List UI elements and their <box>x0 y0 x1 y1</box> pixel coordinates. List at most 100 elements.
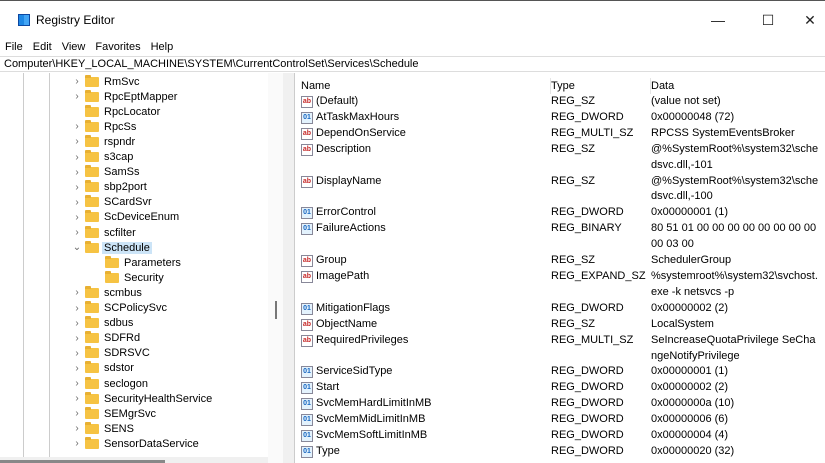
menu-favorites[interactable]: Favorites <box>90 39 145 55</box>
value-row[interactable]: 01 AtTaskMaxHours REG_DWORD 0x00000048 (72) <box>296 110 825 126</box>
tree-item[interactable]: RpcLocator <box>72 104 162 119</box>
column-header-data[interactable]: Data <box>651 78 821 94</box>
expand-chevron-icon[interactable]: › <box>72 91 82 102</box>
expand-chevron-icon[interactable]: › <box>72 167 82 178</box>
address-bar[interactable]: Computer\HKEY_LOCAL_MACHINE\SYSTEM\Curre… <box>0 56 825 72</box>
expand-chevron-icon[interactable]: › <box>72 227 82 238</box>
value-row[interactable]: 01 SvcMemHardLimitInMB REG_DWORD 0x0000000a… <box>296 396 825 412</box>
value-data: RPCSS SystemEventsBroker <box>651 126 795 139</box>
expand-chevron-icon[interactable]: › <box>72 393 82 404</box>
expand-chevron-icon[interactable]: › <box>72 333 82 344</box>
value-row[interactable]: ab ImagePath REG_EXPAND_SZ %systemroot%\sys… <box>296 269 825 301</box>
tree-item[interactable]: Parameters <box>92 255 183 270</box>
tree-item[interactable]: › scmbus <box>72 285 144 300</box>
value-name: Start <box>316 381 340 394</box>
expand-chevron-icon[interactable]: › <box>72 182 82 193</box>
expand-chevron-icon[interactable]: › <box>72 363 82 374</box>
string-value-icon: ab <box>301 96 313 108</box>
column-header-type[interactable]: Type <box>551 78 651 94</box>
tree-item[interactable]: › rspndr <box>72 134 137 149</box>
tree-item[interactable]: › SENS <box>72 421 136 436</box>
value-row[interactable]: ab Description REG_SZ @%SystemRoot%\system3… <box>296 142 825 174</box>
menu-bar: File Edit View Favorites Help <box>0 39 178 55</box>
close-button[interactable]: ✕ <box>795 9 825 31</box>
binary-value-icon: 01 <box>301 382 313 395</box>
tree-item[interactable]: › SDFRd <box>72 331 142 346</box>
tree-item[interactable]: Security <box>92 270 166 285</box>
tree-item-label: sdbus <box>104 317 134 330</box>
expand-chevron-icon[interactable]: › <box>72 212 82 223</box>
menu-help[interactable]: Help <box>146 39 179 55</box>
tree-item[interactable]: › s3cap <box>72 150 135 165</box>
tree-item[interactable]: › RmSvc <box>72 74 141 89</box>
value-row[interactable]: 01 Type REG_DWORD 0x00000020 (32) <box>296 444 825 460</box>
value-row[interactable]: 01 ServiceSidType REG_DWORD 0x00000001 (1) <box>296 364 825 380</box>
tree-item[interactable]: › SEMgrSvc <box>72 406 158 421</box>
tree-item[interactable]: › SecurityHealthService <box>72 391 214 406</box>
value-data: SchedulerGroup <box>651 254 732 267</box>
value-type: REG_DWORD <box>551 365 624 378</box>
value-row[interactable]: 01 SvcMemMidLimitInMB REG_DWORD 0x00000006 … <box>296 412 825 428</box>
expand-chevron-icon[interactable]: › <box>72 76 82 87</box>
tree-item[interactable]: › ScDeviceEnum <box>72 210 181 225</box>
tree-item[interactable]: › RpcEptMapper <box>72 89 179 104</box>
value-name: ErrorControl <box>316 206 376 219</box>
string-value-icon: ab <box>301 255 313 268</box>
expand-chevron-icon[interactable]: › <box>72 303 82 314</box>
tree-vertical-scrollbar[interactable] <box>268 73 283 463</box>
column-header-name[interactable]: Name <box>301 78 551 94</box>
folder-icon <box>85 74 99 87</box>
value-row[interactable]: ab DependOnService REG_MULTI_SZ RPCSS Syste… <box>296 126 825 142</box>
expand-chevron-icon[interactable]: › <box>72 408 82 419</box>
expand-chevron-icon[interactable]: › <box>72 152 82 163</box>
minimize-button[interactable]: — <box>703 9 733 31</box>
value-row[interactable]: ab RequiredPrivileges REG_MULTI_SZ SeIncrea… <box>296 333 825 365</box>
menu-view[interactable]: View <box>57 39 91 55</box>
tree-item[interactable]: › scfilter <box>72 225 138 240</box>
expand-chevron-icon[interactable]: › <box>72 348 82 359</box>
tree-item[interactable]: › SCPolicySvc <box>72 301 169 316</box>
value-row[interactable]: ab DisplayName REG_SZ @%SystemRoot%\system3… <box>296 174 825 206</box>
tree-item-label: scfilter <box>104 226 136 239</box>
pane-splitter[interactable] <box>283 73 295 463</box>
tree-item[interactable]: › SCardSvr <box>72 195 154 210</box>
value-row[interactable]: ab (Default) REG_SZ (value not set) <box>296 94 825 110</box>
tree-item[interactable]: › seclogon <box>72 376 150 391</box>
value-row[interactable]: 01 Start REG_DWORD 0x00000002 (2) <box>296 380 825 396</box>
folder-icon <box>85 406 99 419</box>
value-row[interactable]: 01 ErrorControl REG_DWORD 0x00000001 (1) <box>296 205 825 221</box>
tree-item[interactable]: ⌄ Schedule <box>72 240 152 255</box>
value-type: REG_MULTI_SZ <box>551 126 634 139</box>
expand-chevron-icon[interactable]: › <box>72 423 82 434</box>
expand-chevron-icon[interactable]: › <box>72 121 82 132</box>
value-row[interactable]: ab Group REG_SZ SchedulerGroup <box>296 253 825 269</box>
expand-chevron-icon[interactable]: › <box>72 318 82 329</box>
tree-item[interactable]: › SDRSVC <box>72 346 152 361</box>
tree-item[interactable]: › RpcSs <box>72 119 138 134</box>
value-data: 0x00000002 (2) <box>651 301 729 314</box>
tree-horizontal-scrollbar[interactable] <box>0 457 268 463</box>
tree-item[interactable]: › sdbus <box>72 316 135 331</box>
maximize-button[interactable]: ☐ <box>753 9 783 31</box>
folder-icon <box>85 316 99 329</box>
value-row[interactable]: 01 SvcMemSoftLimitInMB REG_DWORD 0x00000004… <box>296 428 825 444</box>
tree-item[interactable]: › SamSs <box>72 165 141 180</box>
expand-chevron-icon[interactable]: › <box>72 136 82 147</box>
expand-chevron-icon[interactable]: › <box>72 378 82 389</box>
menu-edit[interactable]: Edit <box>28 39 57 55</box>
expand-chevron-icon[interactable]: › <box>72 197 82 208</box>
expand-chevron-icon[interactable]: › <box>72 438 82 449</box>
expand-chevron-icon[interactable]: › <box>72 287 82 298</box>
value-row[interactable]: 01 MitigationFlags REG_DWORD 0x00000002 (2) <box>296 301 825 317</box>
value-row[interactable]: ab ObjectName REG_SZ LocalSystem <box>296 317 825 333</box>
tree-item[interactable]: › sdstor <box>72 361 136 376</box>
tree-item[interactable]: › SensorDataService <box>72 436 201 451</box>
value-row[interactable]: 01 FailureActions REG_BINARY 80 51 01 00 00… <box>296 221 825 253</box>
folder-icon <box>85 210 99 223</box>
tree-item-label: Schedule <box>102 241 152 254</box>
tree-item[interactable]: › sbp2port <box>72 180 149 195</box>
menu-file[interactable]: File <box>0 39 28 55</box>
value-data: 0x0000000a (10) <box>651 397 735 410</box>
scrollbar-thumb[interactable] <box>275 301 277 319</box>
expand-chevron-icon[interactable]: ⌄ <box>72 242 82 253</box>
